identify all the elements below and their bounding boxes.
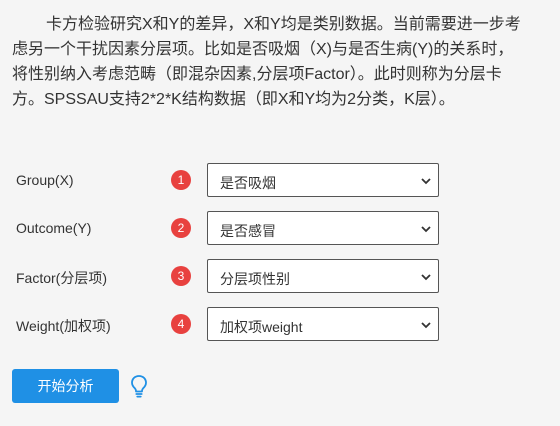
group-select-value: 是否吸烟 xyxy=(220,175,276,191)
chevron-down-icon xyxy=(421,178,431,185)
form-row-factor: Factor(分层项) 3 分层项性别 xyxy=(0,259,560,295)
step-badge-4: 4 xyxy=(171,314,191,334)
factor-label: Factor(分层项) xyxy=(16,270,107,286)
lightbulb-icon[interactable] xyxy=(130,374,148,398)
step-badge-2: 2 xyxy=(171,218,191,238)
weight-label: Weight(加权项) xyxy=(16,318,111,334)
analysis-panel: 卡方检验研究X和Y的差异，X和Y均是类别数据。当前需要进一步考虑另一个干扰因素分… xyxy=(0,0,560,426)
outcome-label: Outcome(Y) xyxy=(16,220,92,236)
group-label: Group(X) xyxy=(16,172,74,188)
form-row-outcome: Outcome(Y) 2 是否感冒 xyxy=(0,211,560,247)
step-badge-1: 1 xyxy=(171,170,191,190)
factor-select[interactable]: 分层项性别 xyxy=(207,259,439,293)
chevron-down-icon xyxy=(421,322,431,329)
outcome-select-value: 是否感冒 xyxy=(220,223,276,239)
start-analysis-button[interactable]: 开始分析 xyxy=(12,369,119,403)
chevron-down-icon xyxy=(421,274,431,281)
group-select[interactable]: 是否吸烟 xyxy=(207,163,439,197)
intro-paragraph: 卡方检验研究X和Y的差异，X和Y均是类别数据。当前需要进一步考虑另一个干扰因素分… xyxy=(12,16,521,108)
step-badge-3: 3 xyxy=(171,266,191,286)
weight-select[interactable]: 加权项weight xyxy=(207,307,439,341)
chevron-down-icon xyxy=(421,226,431,233)
form-row-group: Group(X) 1 是否吸烟 xyxy=(0,163,560,199)
weight-select-value: 加权项weight xyxy=(220,319,303,335)
outcome-select[interactable]: 是否感冒 xyxy=(207,211,439,245)
form-row-weight: Weight(加权项) 4 加权项weight xyxy=(0,307,560,343)
factor-select-value: 分层项性别 xyxy=(220,271,290,287)
